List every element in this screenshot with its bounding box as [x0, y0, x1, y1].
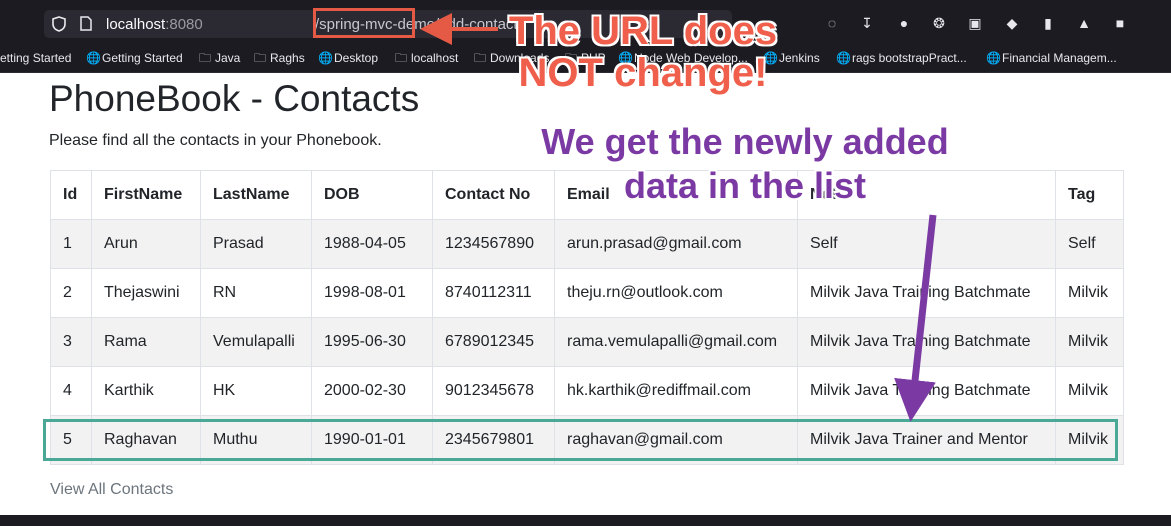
- list-annotation-line1: We get the newly added: [541, 121, 949, 162]
- url-annotation-line1: The URL does: [508, 9, 778, 53]
- url-annotation: The URL does NOT change!: [478, 9, 808, 95]
- url-annotation-line2: NOT change!: [518, 51, 768, 95]
- purple-arrow: [894, 214, 937, 422]
- list-annotation: We get the newly added data in the list: [520, 120, 970, 208]
- list-annotation-line2: data in the list: [623, 165, 867, 206]
